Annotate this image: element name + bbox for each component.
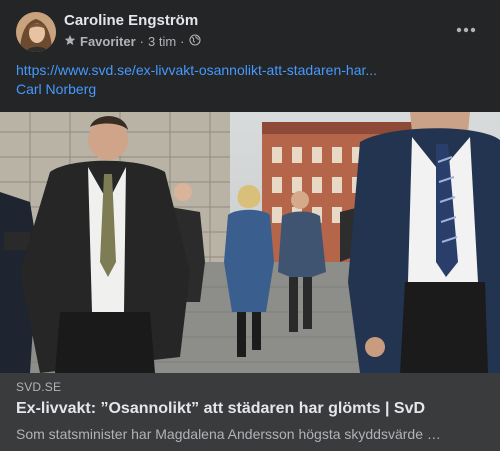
post-header: Caroline Engström Favoriter · 3 tim · — [0, 0, 500, 56]
post-meta: Favoriter · 3 tim · — [64, 34, 201, 49]
post-time[interactable]: 3 tim — [148, 34, 176, 49]
author-avatar[interactable] — [16, 12, 56, 52]
post-text: https://www.svd.se/ex-livvakt-osannolikt… — [16, 61, 486, 99]
author-name[interactable]: Caroline Engström — [64, 12, 198, 29]
link-description: Som statsminister har Magdalena Andersso… — [16, 426, 441, 442]
article-image[interactable] — [0, 112, 500, 373]
facebook-post: Caroline Engström Favoriter · 3 tim · ht… — [0, 0, 500, 451]
meta-separator: · — [139, 34, 144, 49]
link-domain: SVD.SE — [16, 380, 62, 394]
globe-icon[interactable] — [188, 34, 201, 49]
post-url-link[interactable]: https://www.svd.se/ex-livvakt-osannolikt… — [16, 61, 486, 80]
avatar-photo-icon — [16, 12, 56, 52]
link-preview-card[interactable]: SVD.SE Ex-livvakt: ”Osannolikt” att städ… — [0, 373, 500, 451]
more-options-button[interactable] — [452, 18, 480, 42]
meta-separator: · — [180, 34, 185, 49]
news-photo — [0, 112, 500, 373]
link-title[interactable]: Ex-livvakt: ”Osannolikt” att städaren ha… — [16, 400, 425, 418]
favorites-label[interactable]: Favoriter — [80, 34, 136, 49]
star-icon — [64, 34, 76, 49]
more-options-icon — [456, 27, 476, 33]
mention-link[interactable]: Carl Norberg — [16, 80, 486, 99]
